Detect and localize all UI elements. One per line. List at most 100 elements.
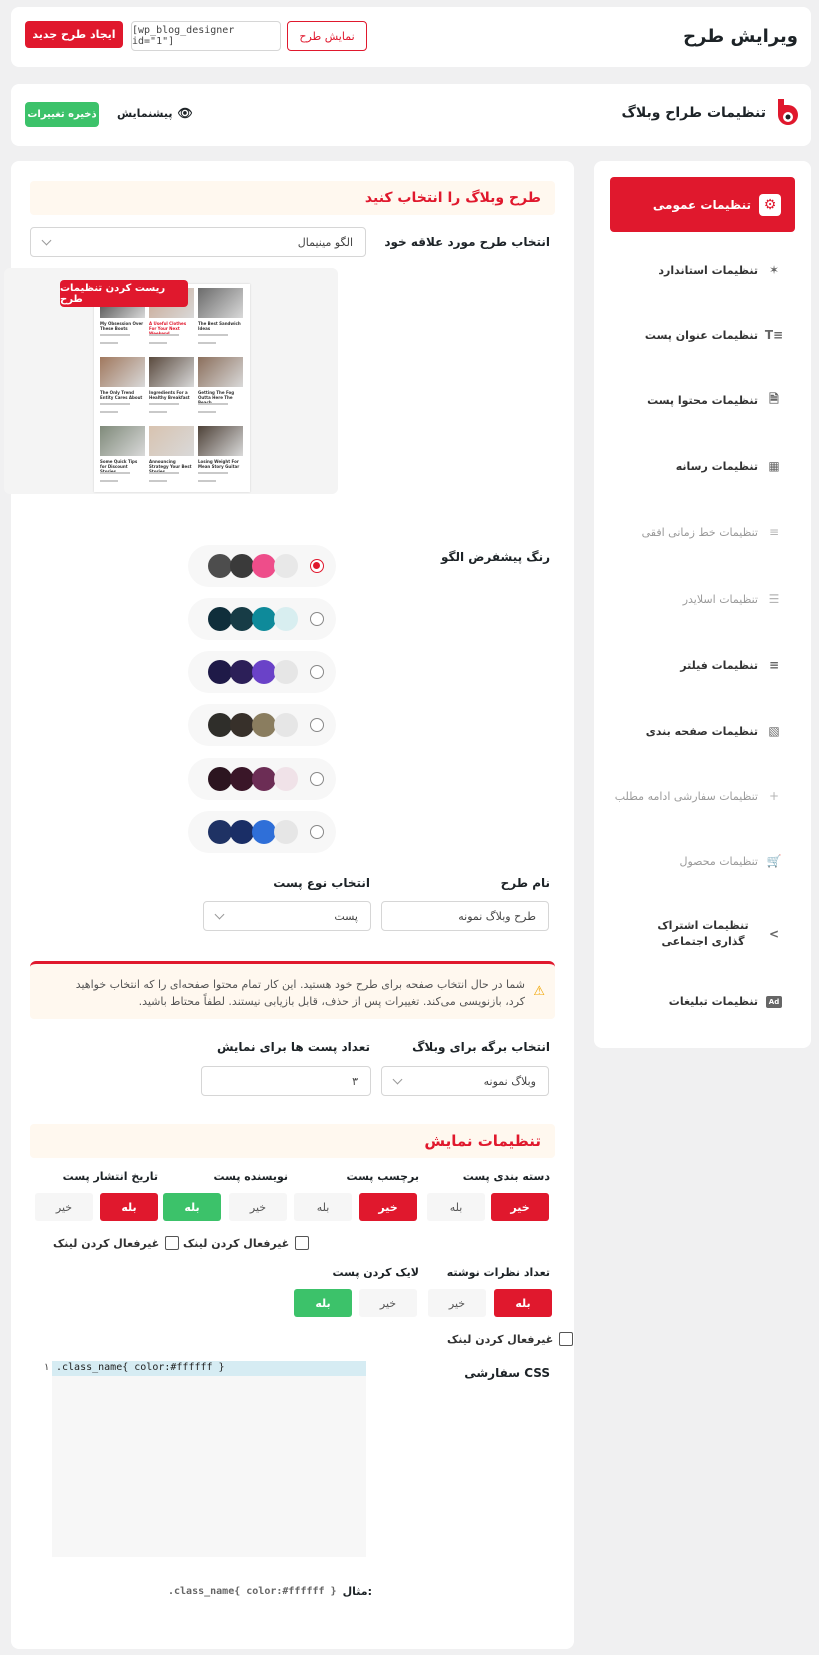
preview-card-image [100, 357, 145, 387]
author-no-button[interactable]: خیر [229, 1193, 287, 1221]
color-palette-option[interactable] [188, 651, 336, 693]
post-type-select[interactable]: پست [203, 901, 371, 931]
custom-css-label: CSS سفارشی [464, 1366, 550, 1380]
disable-link-label: غیرفعال کردن لینک [53, 1236, 160, 1250]
preview-card-title: The Best Sandwich Ideas [198, 321, 241, 331]
color-swatch [252, 607, 276, 631]
sidebar-item-post-title[interactable]: T≡ تنظیمات عنوان پست [602, 327, 784, 343]
sidebar-item-pagination[interactable]: ▧ تنظیمات صفحه بندی [602, 723, 782, 739]
date-no-button[interactable]: خیر [35, 1193, 93, 1221]
sidebar-item-ads[interactable]: Ad تنظیمات تبلیغات [602, 995, 782, 1008]
date-disable-link-checkbox[interactable]: غیرفعال کردن لینک [53, 1236, 180, 1250]
preview-card-image [149, 357, 194, 387]
filter-icon: ≡ [768, 658, 780, 672]
sidebar-item-media[interactable]: ▦ تنظیمات رسانه [602, 458, 782, 474]
css-editor[interactable]: .class_name{ color:#ffffff } [52, 1361, 366, 1557]
preview-card-text-line [100, 342, 118, 344]
color-swatch [208, 554, 232, 578]
color-swatch [274, 713, 298, 737]
gear-icon: ⚙ [759, 193, 781, 216]
document-add-icon: 🗎 [769, 391, 779, 406]
comments-no-button[interactable]: خیر [428, 1289, 486, 1317]
chevron-down-icon [392, 1074, 403, 1084]
palette-radio[interactable] [310, 665, 324, 679]
css-code-line: .class_name{ color:#ffffff } [56, 1362, 225, 1373]
view-design-button[interactable]: نمایش طرح [287, 21, 367, 51]
color-swatch [230, 767, 254, 791]
preview-card-text-line [100, 480, 118, 482]
tag-toggle-label: برچسب پست [346, 1170, 419, 1183]
disable-link-label: غیرفعال کردن لینک [447, 1332, 554, 1346]
shortcode-field[interactable]: [wp_blog_designer id="1"] [131, 21, 281, 51]
comments-yes-button[interactable]: بله [494, 1289, 552, 1317]
color-palette-option[interactable] [188, 704, 336, 746]
preview-card-text-line [149, 334, 179, 336]
palette-radio[interactable] [310, 718, 324, 732]
brand-logo [774, 97, 798, 131]
palette-radio[interactable] [310, 825, 324, 839]
like-no-button[interactable]: خیر [359, 1289, 417, 1317]
css-example: .class_name{ color:#ffffff } مثال: [168, 1585, 372, 1598]
color-palette-option[interactable] [188, 811, 336, 853]
author-disable-link-checkbox[interactable]: غیرفعال کردن لینک [183, 1236, 310, 1250]
checkbox-box[interactable] [559, 1332, 574, 1346]
category-no-button[interactable]: خیر [491, 1193, 549, 1221]
preview-card-text-line [198, 411, 216, 413]
checkbox-box[interactable] [165, 1236, 180, 1250]
save-changes-button[interactable]: ذخیره تغییرات [25, 102, 99, 127]
sidebar-item-product[interactable]: 🛒 تنظیمات محصول [602, 853, 782, 869]
sidebar-item-timeline[interactable]: ≡ تنظیمات خط زمانی افقی [602, 524, 782, 540]
color-swatch [252, 820, 276, 844]
reset-design-button[interactable]: ریست کردن تنظیمات طرح [60, 280, 188, 307]
palette-radio[interactable] [310, 772, 324, 786]
color-swatch [208, 820, 232, 844]
sidebar-item-standard[interactable]: ✶ تنظیمات استاندارد [602, 262, 782, 278]
date-yes-button[interactable]: بله [100, 1193, 158, 1221]
sidebar-item-post-content[interactable]: 🗎 تنظیمات محتوا پست [602, 392, 782, 408]
title-icon: T≡ [764, 328, 784, 342]
palette-radio[interactable] [310, 612, 324, 626]
tag-no-button[interactable]: خیر [359, 1193, 417, 1221]
preview-card-text-line [198, 480, 216, 482]
preview-link[interactable]: پیشنمایش 👁 [117, 106, 193, 120]
comments-toggle-label: تعداد نظرات نوشته [446, 1266, 550, 1279]
checkbox-box[interactable] [295, 1236, 310, 1250]
blog-page-label: انتخاب برگه برای وبلاگ [412, 1040, 550, 1054]
author-yes-button[interactable]: بله [163, 1193, 221, 1221]
preview-card-text-line [100, 403, 130, 405]
preview-card-image [198, 357, 243, 387]
preview-card-text-line [149, 403, 179, 405]
star-settings-icon: ✶ [768, 263, 780, 277]
sidebar-item-read-more[interactable]: + تنظیمات سفارشی ادامه مطلب [602, 788, 782, 804]
category-yes-button[interactable]: بله [427, 1193, 485, 1221]
posts-count-input[interactable]: ۳ [201, 1066, 371, 1096]
preview-card-text-line [198, 403, 228, 405]
design-name-value: طرح وبلاگ نمونه [458, 909, 536, 923]
css-example-label: مثال: [342, 1585, 372, 1598]
sidebar-item-general[interactable]: تنظیمات عمومی ⚙ [610, 177, 795, 232]
color-palette-option[interactable] [188, 545, 336, 587]
design-name-input[interactable]: طرح وبلاگ نمونه [381, 901, 549, 931]
like-yes-button[interactable]: بله [294, 1289, 352, 1317]
sidebar-item-label: تنظیمات اسلایدر [682, 592, 758, 606]
tag-yes-button[interactable]: بله [294, 1193, 352, 1221]
display-settings-banner: تنظیمات نمایش [30, 1124, 555, 1158]
preview-card-text-line [149, 411, 167, 413]
preview-card-text-line [100, 472, 130, 474]
template-preview-page: The Best Sandwich Ideas A Useful Clothes … [94, 284, 250, 492]
category-toggle-label: دسته بندی پست [462, 1170, 550, 1183]
palette-radio[interactable] [310, 559, 324, 573]
sidebar-item-filter[interactable]: ≡ تنظیمات فیلتر [602, 657, 782, 673]
color-palette-option[interactable] [188, 598, 336, 640]
css-example-code: .class_name{ color:#ffffff } [168, 1586, 337, 1597]
template-select[interactable]: الگو مینیمال [30, 227, 366, 257]
sidebar-item-label: تنظیمات رسانه [675, 459, 758, 473]
color-palette-option[interactable] [188, 758, 336, 800]
blog-page-select[interactable]: وبلاگ نمونه [381, 1066, 549, 1096]
new-design-button[interactable]: ایجاد طرح جدید [25, 21, 123, 48]
sidebar-item-social-share[interactable]: < تنظیمات اشتراک گذاری اجتماعی [602, 918, 782, 950]
preview-card-title: My Obsession Over These Boots [100, 321, 144, 331]
sidebar-item-slider[interactable]: ☰ تنظیمات اسلایدر [602, 591, 782, 607]
preview-card-text-line [100, 334, 130, 336]
comments-disable-link-checkbox[interactable]: غیرفعال کردن لینک [447, 1332, 574, 1346]
